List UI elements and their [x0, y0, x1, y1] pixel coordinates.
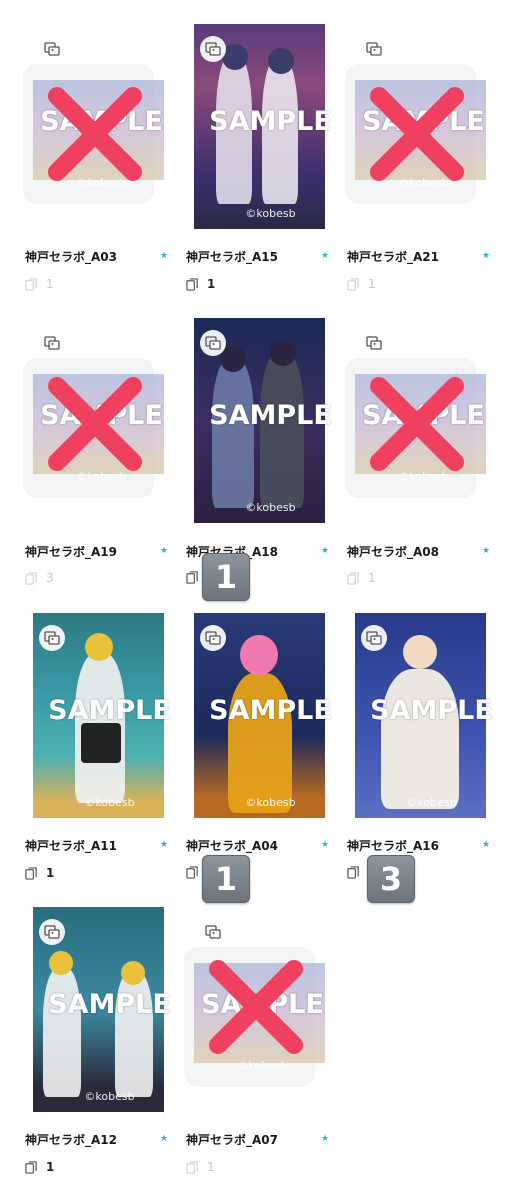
card-title: 神戸セラボ_A04 [186, 839, 278, 853]
card-title: 神戸セラボ_A11 [25, 839, 117, 853]
sample-watermark: SAMPLE [209, 400, 332, 431]
number-badge: 3 [367, 855, 415, 903]
sample-watermark: SAMPLE [209, 695, 332, 726]
card-stack-icon [186, 1160, 199, 1174]
card-count-value: 1 [207, 277, 216, 291]
number-badge: 1 [202, 553, 250, 601]
star-icon: ★ [160, 251, 169, 261]
image-badge-icon [361, 36, 387, 62]
star-icon: ★ [321, 1134, 330, 1144]
star-icon: ★ [482, 546, 491, 556]
collection-card[interactable]: SAMPLE ©kobesb [23, 318, 186, 608]
sold-out-cross-icon [48, 377, 142, 471]
sample-watermark: SAMPLE [48, 695, 171, 726]
star-icon: ★ [160, 546, 169, 556]
copyright-watermark: ©kobesb [406, 796, 457, 809]
copyright-watermark: ©kobesb [245, 796, 296, 809]
card-count-value: 1 [207, 1160, 215, 1174]
sample-watermark: SAMPLE [48, 989, 171, 1020]
star-icon: ★ [321, 546, 330, 556]
sold-out-cross-icon [209, 960, 303, 1054]
card-count-value: 1 [46, 866, 55, 880]
star-icon: ★ [321, 251, 330, 261]
card-count: 1 [25, 1160, 54, 1174]
collection-card[interactable]: SAMPLE ©kobesb [186, 24, 347, 314]
card-title: 神戸セラボ_A21 [347, 250, 439, 264]
collection-card[interactable]: SAMPLE ©kobesb [184, 907, 347, 1197]
sold-out-cross-icon [48, 87, 142, 181]
card-stack-icon [347, 277, 360, 291]
sold-out-cross-icon [370, 377, 464, 471]
image-badge-icon [361, 625, 387, 651]
card-count: 1 [347, 571, 376, 585]
card-stack-icon [347, 866, 360, 879]
card-count: 1 [347, 277, 376, 291]
card-title: 神戸セラボ_A03 [25, 250, 117, 264]
image-badge-icon [200, 919, 226, 945]
card-count: 3 [25, 571, 54, 585]
star-icon: ★ [160, 1134, 169, 1144]
image-badge-icon [39, 919, 65, 945]
card-count-value: 1 [46, 277, 54, 291]
card-stack-icon [25, 277, 38, 291]
collection-card[interactable]: SAMPLE ©kobesb [23, 24, 186, 314]
image-badge-icon [39, 36, 65, 62]
star-icon: ★ [482, 840, 491, 850]
card-title: 神戸セラボ_A19 [25, 545, 117, 559]
number-badge: 1 [202, 855, 250, 903]
image-badge-icon [200, 36, 226, 62]
collection-card[interactable]: SAMPLE ©kobesb [345, 24, 508, 314]
copyright-watermark: ©kobesb [245, 501, 296, 514]
card-count [347, 866, 368, 879]
copyright-watermark: ©kobesb [84, 1090, 135, 1103]
image-badge-icon [39, 330, 65, 356]
card-stack-icon [186, 866, 199, 879]
card-count: 1 [186, 277, 215, 291]
sold-out-cross-icon [370, 87, 464, 181]
collection-card[interactable]: SAMPLE ©kobesb [345, 318, 508, 608]
star-icon: ★ [482, 251, 491, 261]
sample-watermark: SAMPLE [209, 106, 332, 137]
card-title: 神戸セラボ_A15 [186, 250, 278, 264]
card-title: 神戸セラボ_A08 [347, 545, 439, 559]
card-count-value: 1 [46, 1160, 55, 1174]
card-count: 1 [25, 866, 54, 880]
card-count: 1 [186, 1160, 215, 1174]
card-stack-icon [347, 571, 360, 585]
card-count-value: 1 [368, 571, 376, 585]
card-stack-icon [186, 571, 199, 584]
image-badge-icon [200, 330, 226, 356]
sample-watermark: SAMPLE [370, 695, 493, 726]
image-badge-icon [39, 625, 65, 651]
card-stack-icon [25, 1160, 38, 1174]
image-badge-icon [361, 330, 387, 356]
star-icon: ★ [321, 840, 330, 850]
card-title: 神戸セラボ_A16 [347, 839, 439, 853]
copyright-watermark: ©kobesb [245, 207, 296, 220]
collection-card[interactable]: SAMPLE ©kobesb [25, 907, 186, 1197]
star-icon: ★ [160, 840, 169, 850]
image-badge-icon [200, 625, 226, 651]
collection-card[interactable]: SAMPLE ©kobesb [25, 613, 186, 903]
card-stack-icon [186, 277, 199, 291]
copyright-watermark: ©kobesb [84, 796, 135, 809]
card-title: 神戸セラボ_A12 [25, 1133, 117, 1147]
card-title: 神戸セラボ_A07 [186, 1133, 278, 1147]
collection-grid: SAMPLE ©kobesb SAMPLE ©kobesb SAMPLE ©ko… [0, 0, 518, 1200]
card-count-value: 1 [368, 277, 376, 291]
card-stack-icon [25, 866, 38, 880]
card-count: 1 [25, 277, 54, 291]
card-stack-icon [25, 571, 38, 585]
card-count-value: 3 [46, 571, 54, 585]
